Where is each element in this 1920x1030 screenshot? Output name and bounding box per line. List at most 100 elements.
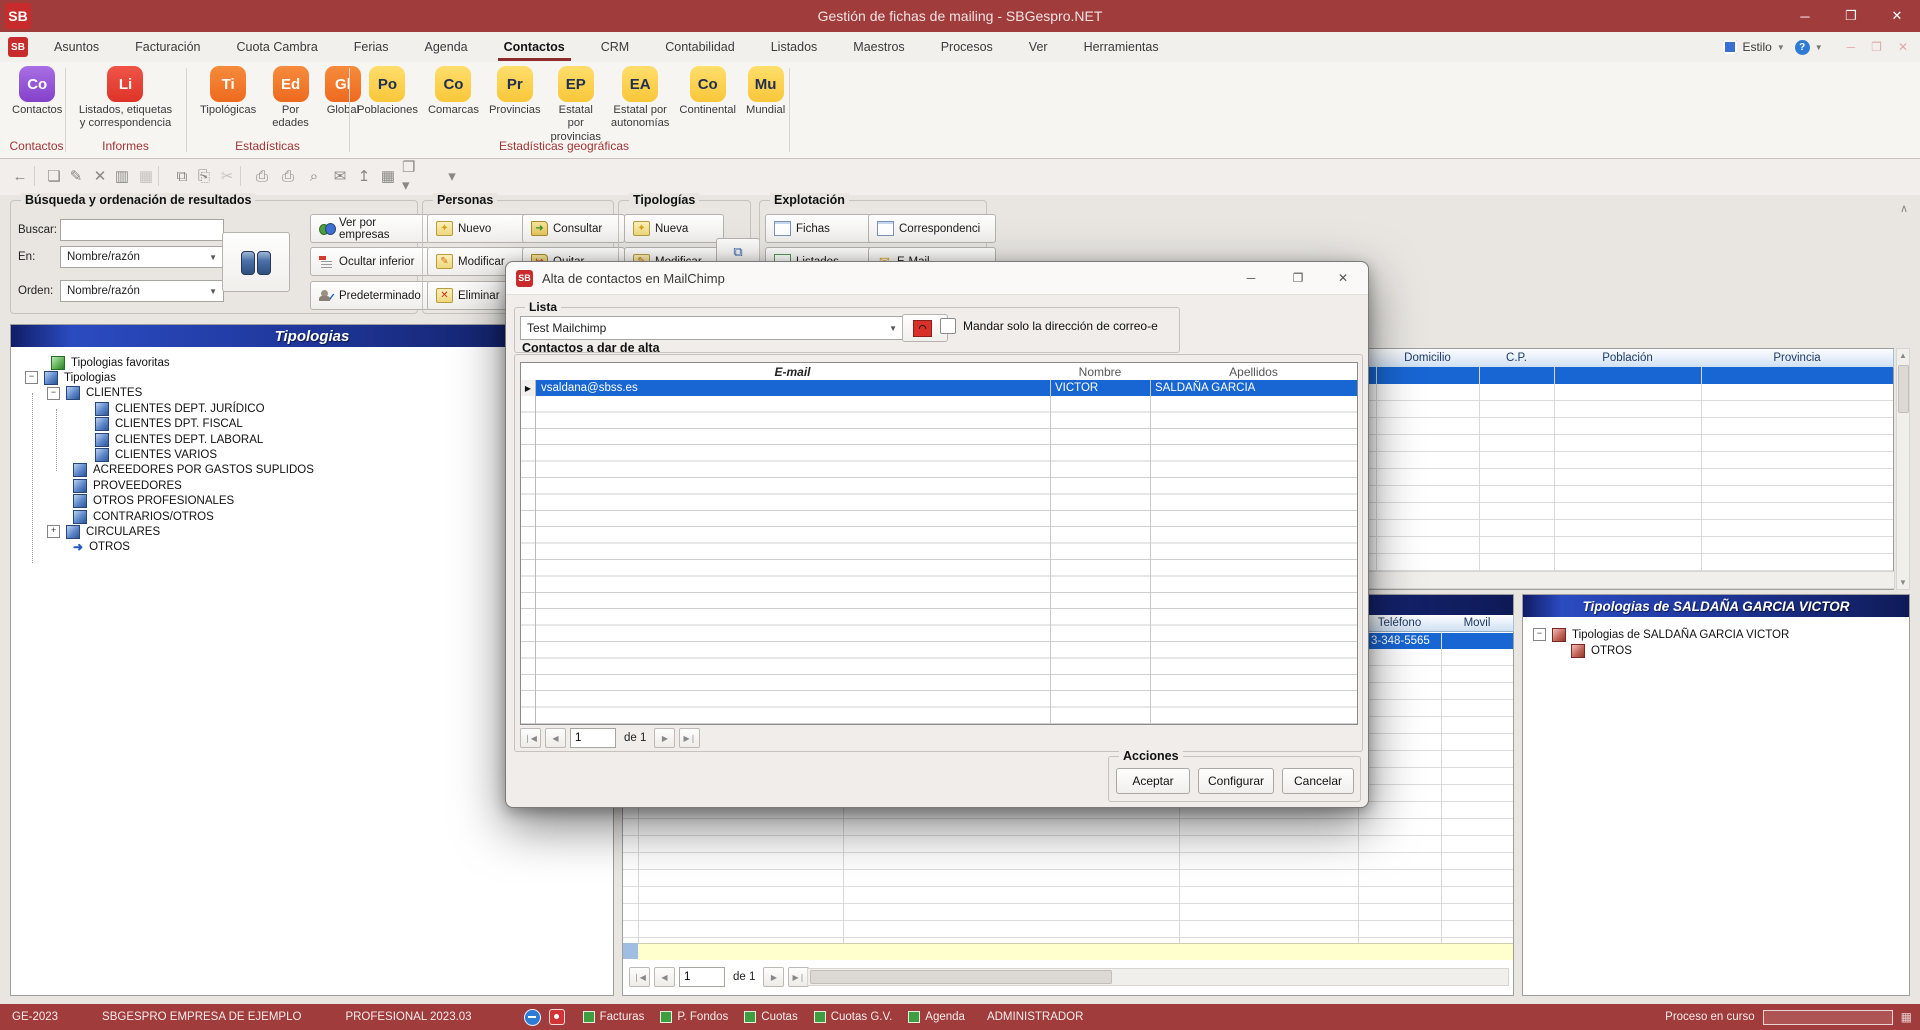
scrollbar-thumb[interactable] xyxy=(1898,365,1909,413)
help-menu[interactable]: ? ▼ xyxy=(1795,40,1823,55)
tree-item-clientes-varios[interactable]: CLIENTES VARIOS xyxy=(95,447,217,462)
menu-item-crm[interactable]: CRM xyxy=(583,32,647,62)
menu-item-contabilidad[interactable]: Contabilidad xyxy=(647,32,753,62)
ribbon-button-por-edades[interactable]: EdPor edades xyxy=(272,66,309,131)
mdi-close-icon[interactable]: ✕ xyxy=(1898,40,1908,54)
predeterminado-button[interactable]: ✓Predeterminado xyxy=(310,281,430,310)
first-record-icon[interactable]: ❘◀ xyxy=(629,967,650,987)
en-select[interactable]: Nombre/razón▼ xyxy=(60,246,224,268)
close-icon[interactable]: ✕ xyxy=(1874,0,1920,32)
send-mail-icon[interactable]: ✉ xyxy=(328,164,352,188)
lista-select[interactable]: Test Mailchimp ▼ xyxy=(520,316,904,340)
export-icon[interactable]: ↥ xyxy=(352,164,376,188)
previous-record-icon[interactable]: ◀ xyxy=(545,728,566,748)
tree-item-tipologias[interactable]: −Tipologias xyxy=(25,370,116,385)
tree-item-contrarios-otros[interactable]: CONTRARIOS/OTROS xyxy=(73,509,214,524)
fichas-button[interactable]: Fichas xyxy=(765,214,873,243)
first-record-icon[interactable]: ❘◀ xyxy=(520,728,541,748)
tree-item-proveedores[interactable]: PROVEEDORES xyxy=(73,478,182,493)
menu-item-asuntos[interactable]: Asuntos xyxy=(36,32,117,62)
aceptar-button[interactable]: Aceptar xyxy=(1116,768,1190,794)
menu-item-facturaci-n[interactable]: Facturación xyxy=(117,32,218,62)
menu-item-ferias[interactable]: Ferias xyxy=(336,32,407,62)
search-input[interactable] xyxy=(60,219,224,241)
nuevo-button[interactable]: ✦Nuevo xyxy=(427,214,530,243)
print-setup-icon[interactable]: ⎙ xyxy=(276,164,300,188)
next-record-icon[interactable]: ▶ xyxy=(654,728,675,748)
new-document-icon[interactable]: ❏ xyxy=(42,164,66,188)
column-header-movil[interactable]: Movil xyxy=(1441,615,1514,632)
ribbon-button-provincias[interactable]: PrProvincias xyxy=(489,66,541,117)
tree-item-acreedores-por-gastos-suplidos[interactable]: ACREEDORES POR GASTOS SUPLIDOS xyxy=(73,463,314,478)
ribbon-button-poblaciones[interactable]: PoPoblaciones xyxy=(357,66,418,117)
tree-item-otros-profesionales[interactable]: OTROS PROFESIONALES xyxy=(73,494,234,509)
configurar-button[interactable]: Configurar xyxy=(1198,768,1274,794)
ribbon-button-contactos[interactable]: CoContactos xyxy=(12,66,62,117)
menu-item-contactos[interactable]: Contactos xyxy=(486,32,583,62)
ribbon-button-tipol-gicas[interactable]: TiTipológicas xyxy=(200,66,256,117)
consultar-button[interactable]: ➜Consultar xyxy=(522,214,625,243)
ribbon-button-mundial[interactable]: MuMundial xyxy=(746,66,785,117)
send-only-email-checkbox[interactable] xyxy=(940,318,956,334)
tree-item-otros[interactable]: OTROS xyxy=(1571,643,1632,658)
page-number-field[interactable]: 1 xyxy=(679,967,725,987)
dialog-maximize-icon[interactable]: ❐ xyxy=(1275,263,1321,293)
last-record-icon[interactable]: ▶❘ xyxy=(679,728,700,748)
next-record-icon[interactable]: ▶ xyxy=(763,967,784,987)
column-header-provincia[interactable]: Provincia xyxy=(1701,349,1894,368)
collapse-icon[interactable]: − xyxy=(1533,628,1546,641)
scrollbar-thumb[interactable] xyxy=(810,970,1112,984)
back-icon[interactable]: ← xyxy=(8,164,32,188)
ribbon-button-estatal-por-provincias[interactable]: EPEstatal por provincias xyxy=(551,66,601,144)
tree-item-clientes[interactable]: −CLIENTES xyxy=(47,386,142,401)
tree-item-root[interactable]: − Tipologias de SALDAÑA GARCIA VICTOR xyxy=(1533,627,1789,642)
scroll-down-icon[interactable]: ▼ xyxy=(1899,578,1907,587)
menu-item-maestros[interactable]: Maestros xyxy=(835,32,922,62)
minimize-icon[interactable]: ─ xyxy=(1782,0,1828,32)
page-number-field[interactable]: 1 xyxy=(570,728,616,748)
edit-icon[interactable]: ✎ xyxy=(64,164,88,188)
correspondencia-button[interactable]: Correspondenci xyxy=(868,214,996,243)
mdi-minimize-icon[interactable]: ─ xyxy=(1847,40,1856,54)
nueva-tipologia-button[interactable]: ✦Nueva xyxy=(624,214,724,243)
scroll-up-icon[interactable]: ▲ xyxy=(1899,351,1907,360)
collapse-icon[interactable]: − xyxy=(47,387,60,400)
dialog-close-icon[interactable]: ✕ xyxy=(1320,263,1366,293)
menu-item-listados[interactable]: Listados xyxy=(753,32,836,62)
menu-item-herramientas[interactable]: Herramientas xyxy=(1066,32,1177,62)
save-icon[interactable]: ▦ xyxy=(134,164,158,188)
menu-item-procesos[interactable]: Procesos xyxy=(923,32,1011,62)
ribbon-button-estatal-por-autonom-as[interactable]: EAEstatal por autonomías xyxy=(611,66,669,131)
orden-select[interactable]: Nombre/razón▼ xyxy=(60,280,224,302)
tree-item-circulares[interactable]: +CIRCULARES xyxy=(47,524,160,539)
toolbar-options-icon[interactable]: ▾ xyxy=(440,164,464,188)
expand-icon[interactable]: + xyxy=(47,525,60,538)
dialog-minimize-icon[interactable]: ─ xyxy=(1228,263,1274,293)
send-only-email-option[interactable]: Mandar solo la dirección de correo-e xyxy=(940,318,1158,334)
menu-item-cuota-cambra[interactable]: Cuota Cambra xyxy=(218,32,335,62)
paste-icon[interactable]: ⎘ xyxy=(192,164,216,188)
window-icon[interactable]: ▦ xyxy=(376,164,400,188)
ribbon-button-listados-etiquetas-y-correspondencia[interactable]: LiListados, etiquetas y correspondencia xyxy=(79,66,172,131)
vertical-scrollbar[interactable]: ▲ ▼ xyxy=(1896,348,1910,590)
maximize-icon[interactable]: ❐ xyxy=(1828,0,1874,32)
ribbon-button-continental[interactable]: CoContinental xyxy=(679,66,736,117)
empty-rows[interactable] xyxy=(521,396,1357,724)
search-binoculars-button[interactable] xyxy=(222,232,290,292)
column-header-poblacion[interactable]: Población xyxy=(1554,349,1702,368)
collapse-ribbon-icon[interactable]: ∧ xyxy=(1896,202,1912,216)
print-icon[interactable]: ⎙ xyxy=(250,164,274,188)
ribbon-button-comarcas[interactable]: CoComarcas xyxy=(428,66,479,117)
menu-item-ver[interactable]: Ver xyxy=(1011,32,1066,62)
copy-icon[interactable]: ⧉ xyxy=(170,164,194,188)
ver-por-empresas-button[interactable]: Ver por empresas xyxy=(310,214,430,243)
column-header-apellidos[interactable]: Apellidos xyxy=(1150,363,1357,380)
column-header-email[interactable]: E-mail xyxy=(535,363,1051,380)
column-header-cp[interactable]: C.P. xyxy=(1479,349,1555,368)
cancelar-button[interactable]: Cancelar xyxy=(1282,768,1354,794)
cascade-windows-icon[interactable]: ❐ ▾ xyxy=(402,164,426,188)
cut-icon[interactable]: ✂ xyxy=(215,164,239,188)
tree-item-clientes-dept-laboral[interactable]: CLIENTES DEPT. LABORAL xyxy=(95,432,263,447)
tree-item-otros[interactable]: ➜OTROS xyxy=(73,540,130,555)
open-icon[interactable]: ▥ xyxy=(110,164,134,188)
